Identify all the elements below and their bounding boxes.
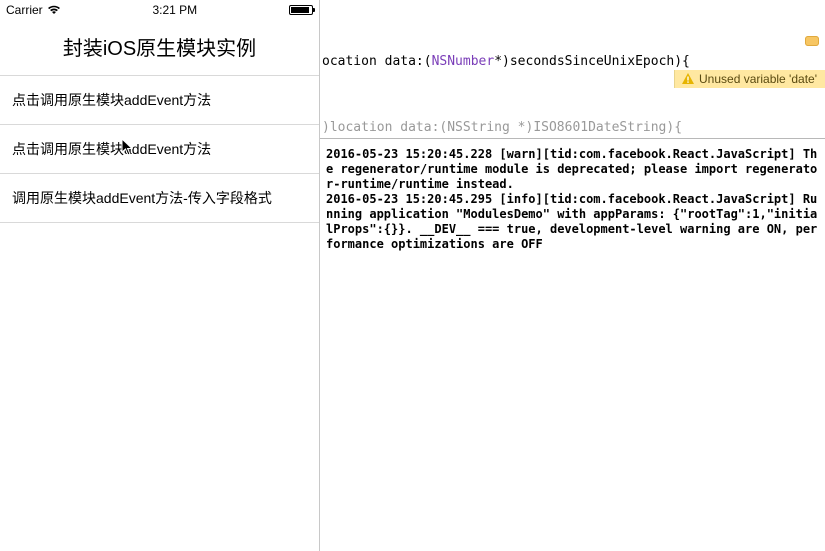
battery-icon bbox=[289, 5, 313, 15]
warning-icon bbox=[681, 72, 695, 86]
page-title: 封装iOS原生模块实例 bbox=[0, 20, 319, 75]
ios-simulator: Carrier 3:21 PM 封装iOS原生模块实例 点击调用原生模块addE… bbox=[0, 0, 320, 551]
carrier-label: Carrier bbox=[6, 3, 43, 17]
warning-text: Unused variable 'date' bbox=[699, 72, 817, 86]
code-line: )location data:(NSString *)ISO8601DateSt… bbox=[322, 120, 682, 135]
list-item[interactable]: 点击调用原生模块addEvent方法 bbox=[0, 125, 319, 174]
code-editor[interactable]: ocation data:(NSNumber*)secondsSinceUnix… bbox=[320, 0, 825, 138]
code-line: ocation data:(NSNumber*)secondsSinceUnix… bbox=[322, 54, 690, 69]
debug-console[interactable]: 2016-05-23 15:20:45.228 [warn][tid:com.f… bbox=[320, 139, 825, 260]
list-item-label: 点击调用原生模块addEvent方法 bbox=[12, 141, 211, 157]
xcode-pane: ocation data:(NSNumber*)secondsSinceUnix… bbox=[320, 0, 825, 551]
warning-banner[interactable]: Unused variable 'date' bbox=[674, 70, 825, 88]
list-item-label: 点击调用原生模块addEvent方法 bbox=[12, 92, 211, 108]
list-item[interactable]: 点击调用原生模块addEvent方法 bbox=[0, 76, 319, 125]
minimap-handle[interactable] bbox=[805, 36, 819, 46]
wifi-icon bbox=[47, 5, 61, 15]
clock-label: 3:21 PM bbox=[152, 3, 197, 17]
action-list: 点击调用原生模块addEvent方法 点击调用原生模块addEvent方法 调用… bbox=[0, 75, 319, 223]
status-bar: Carrier 3:21 PM bbox=[0, 0, 319, 20]
list-item-label: 调用原生模块addEvent方法-传入字段格式 bbox=[12, 190, 272, 206]
list-item[interactable]: 调用原生模块addEvent方法-传入字段格式 bbox=[0, 174, 319, 223]
